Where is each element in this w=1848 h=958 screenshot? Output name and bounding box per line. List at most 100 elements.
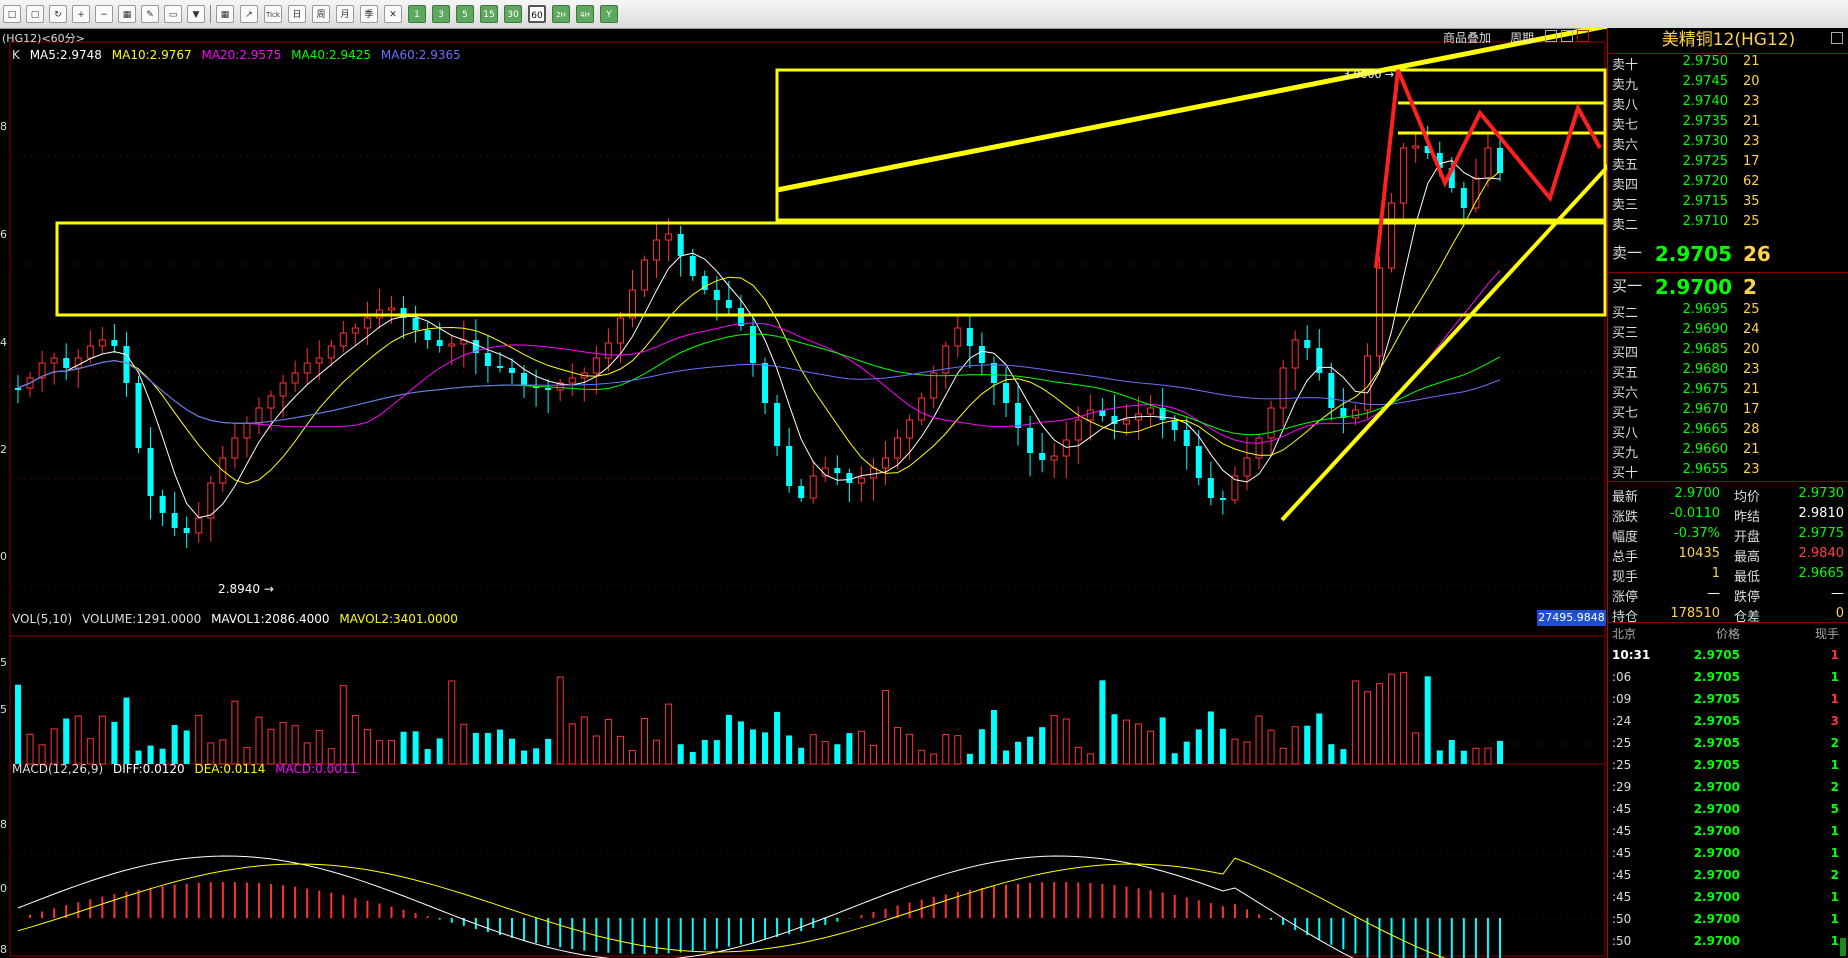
volume-bar (496, 729, 503, 764)
folder-icon[interactable]: □ (3, 5, 21, 23)
tick-price: 2.9700 (1693, 868, 1740, 882)
candle-body (677, 234, 684, 256)
table-icon[interactable]: ▦ (216, 5, 234, 23)
bid-row: 买八 2.9665 28 (1608, 422, 1848, 442)
candle-body (665, 233, 673, 241)
book-icon[interactable]: ▢ (26, 5, 44, 23)
candle-body (834, 468, 841, 473)
chart-icon[interactable]: ↗ (240, 5, 258, 23)
tick-scrollbar[interactable] (1840, 938, 1846, 956)
axis-tick: 5 (0, 703, 7, 716)
volume-bar (1243, 741, 1251, 765)
main-legend: K MA5:2.9748 MA10:2.9767 MA20:2.9575 MA4… (12, 48, 467, 62)
volume-bar (665, 703, 673, 765)
tick-volume: 1 (1830, 648, 1839, 662)
volume-bar (653, 739, 661, 765)
candle-body (243, 422, 251, 439)
zoom-in-icon[interactable]: + (72, 5, 90, 23)
candle-body (436, 340, 443, 346)
volume-bar (424, 749, 431, 764)
ticks-location: 北京 (1612, 627, 1637, 641)
volume-bar (604, 718, 612, 765)
tick-row: :09 2.9705 1 (1608, 692, 1848, 714)
close-icon[interactable] (1577, 30, 1589, 42)
cycle-button[interactable]: 周期 (1510, 29, 1534, 46)
stat-row: 最新 2.9700 均价 2.9730 (1608, 486, 1848, 506)
zoom-out-icon[interactable]: − (95, 5, 113, 23)
volume-bar (1316, 713, 1323, 764)
candle-body (786, 446, 793, 486)
candle-body (990, 363, 997, 383)
candle-body (857, 477, 865, 484)
period-3-button[interactable]: 3 (432, 5, 450, 23)
macd-value: MACD:0.0011 (275, 762, 358, 776)
candle-body (1267, 407, 1275, 439)
window-maximize-icon[interactable] (1561, 30, 1573, 42)
candle-body (327, 345, 335, 359)
bid-price: 2.9655 (1682, 462, 1729, 477)
panel-toggle-icon[interactable] (1831, 32, 1843, 44)
volume-bar (123, 697, 130, 764)
tick-button[interactable]: Tick (264, 5, 282, 23)
volume-bar (1388, 673, 1396, 765)
candle-body (1183, 430, 1190, 446)
period-1-button[interactable]: 1 (408, 5, 426, 23)
season-button[interactable]: 季 (360, 5, 378, 23)
volume-bar (195, 714, 203, 765)
volume-bar (1376, 683, 1384, 765)
candle-body (1086, 409, 1094, 421)
period-60-button[interactable]: 60 (528, 5, 546, 23)
volume-bar (1111, 714, 1118, 764)
ask-row: 卖八 2.9740 23 (1608, 94, 1848, 114)
funnel-icon[interactable]: ▼ (187, 5, 205, 23)
volume-bar (533, 748, 540, 764)
month-button[interactable]: 月 (336, 5, 354, 23)
candle-body (351, 327, 359, 334)
period-year-button[interactable]: Y (600, 5, 618, 23)
candle-body (1472, 177, 1480, 209)
eraser-icon[interactable]: ▭ (164, 5, 182, 23)
ask-price: 2.9705 (1654, 242, 1732, 266)
candle-body (1388, 202, 1396, 269)
period-4h-button[interactable]: 4H (576, 5, 594, 23)
volume-bar (207, 742, 215, 765)
volume-bar (1147, 730, 1155, 765)
volume-bar (774, 711, 781, 764)
volume-bar (1424, 676, 1431, 764)
window-restore-icon[interactable] (1545, 30, 1557, 42)
volume-bar (834, 744, 841, 764)
week-button[interactable]: 周 (312, 5, 330, 23)
volume-bar (1448, 739, 1455, 764)
tick-row: :24 2.9705 3 (1608, 714, 1848, 736)
candle-body (846, 473, 853, 483)
volume-bar (616, 735, 624, 765)
volume-bar (375, 740, 383, 765)
stat-value: -0.0110 (1669, 506, 1720, 521)
candle-body (291, 372, 299, 384)
period-2h-button[interactable]: 2H (552, 5, 570, 23)
volume-bar (930, 753, 938, 765)
diff-line (17, 855, 1354, 958)
window-icon[interactable]: ▦ (118, 5, 136, 23)
chart-tab[interactable]: (HG12)<60分> (2, 30, 85, 46)
period-15-button[interactable]: 15 (480, 5, 498, 23)
candle-body (388, 307, 396, 311)
volume-bar (171, 725, 178, 764)
period-30-button[interactable]: 30 (504, 5, 522, 23)
refresh-icon[interactable]: ↻ (49, 5, 67, 23)
ask-label: 卖十 (1612, 58, 1639, 73)
stat-value: 2.9730 (1798, 486, 1845, 501)
volume-bar (291, 725, 299, 765)
candle-body (713, 290, 720, 300)
pen-icon[interactable]: ✎ (141, 5, 159, 23)
cross-icon[interactable]: ✕ (384, 5, 402, 23)
ask-price: 2.9735 (1682, 114, 1729, 129)
ask-price: 2.9730 (1682, 134, 1729, 149)
period-5-button[interactable]: 5 (456, 5, 474, 23)
volume-bar (1279, 747, 1287, 765)
chart-area[interactable] (0, 28, 1607, 958)
stat-value: 2.9840 (1798, 546, 1845, 561)
day-button[interactable]: 日 (288, 5, 306, 23)
overlay-button[interactable]: 商品叠加 (1443, 29, 1491, 46)
volume-bar (592, 735, 600, 765)
